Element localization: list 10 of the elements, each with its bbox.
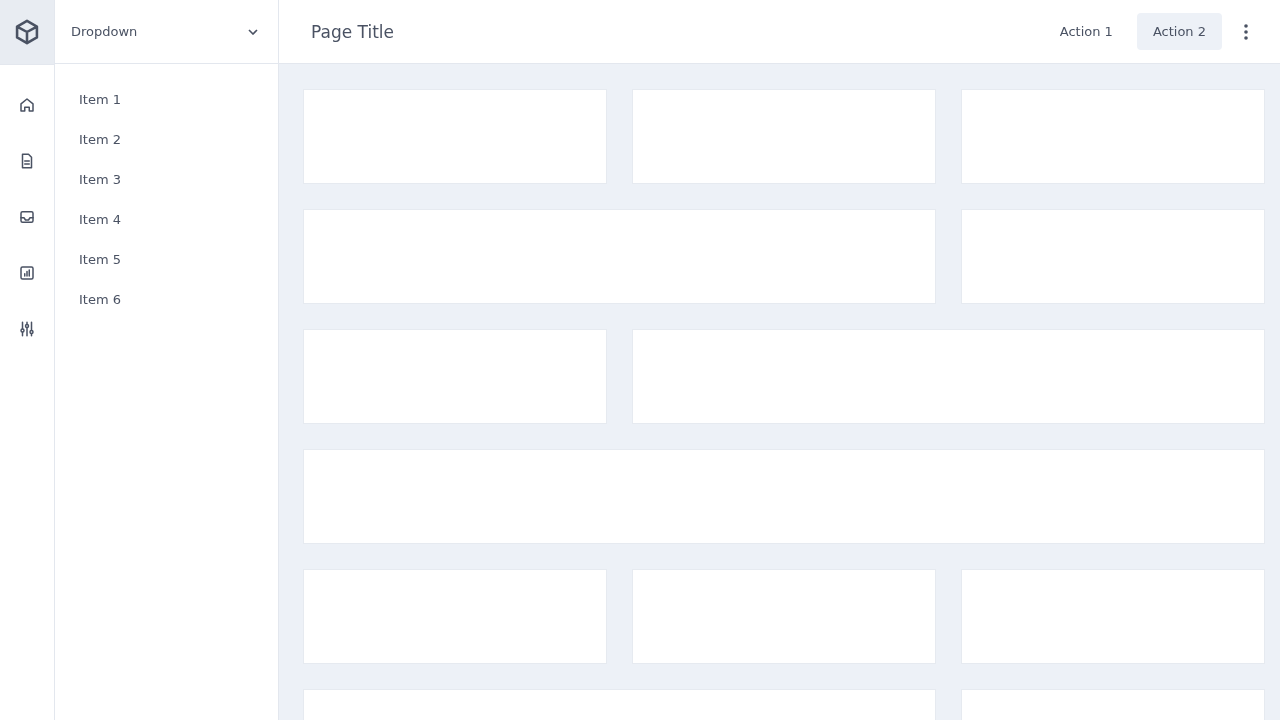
page-title: Page Title: [311, 21, 395, 42]
sidebar-item[interactable]: Item 3: [79, 160, 121, 200]
action-button[interactable]: Action 2: [1136, 13, 1222, 50]
action-button[interactable]: Action 1: [1043, 13, 1129, 50]
sidebar-item[interactable]: Item 1: [79, 80, 121, 120]
dropdown[interactable]: Dropdown: [55, 0, 278, 64]
sidebar-item[interactable]: Item 5: [79, 240, 121, 280]
sidebar-item[interactable]: Item 6: [79, 280, 121, 320]
sidebar-item[interactable]: Item 2: [79, 120, 121, 160]
sidebar-item[interactable]: Item 4: [79, 200, 121, 240]
